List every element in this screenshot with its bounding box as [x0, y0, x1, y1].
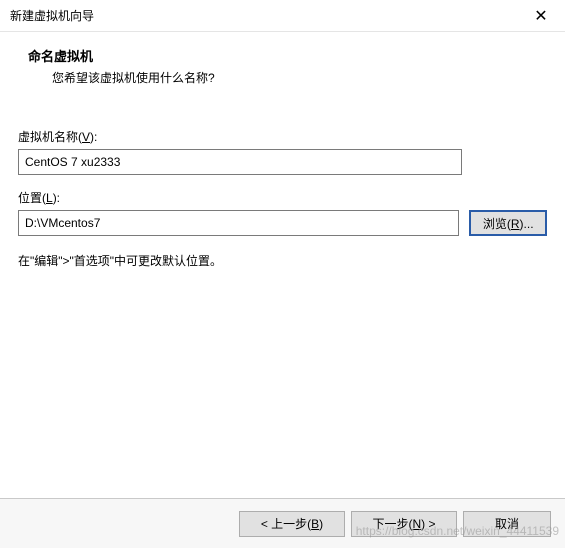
next-button[interactable]: 下一步(N) > — [351, 511, 457, 537]
content-area: 虚拟机名称(V): 位置(L): 浏览(R)... 在"编辑">"首选项"中可更… — [0, 104, 565, 269]
bottom-bar: < 上一步(B) 下一步(N) > 取消 — [0, 498, 565, 548]
location-label: 位置(L): — [18, 189, 547, 206]
hint-text: 在"编辑">"首选项"中可更改默认位置。 — [18, 252, 547, 269]
page-subtitle: 您希望该虚拟机使用什么名称? — [20, 69, 545, 86]
window-title: 新建虚拟机向导 — [10, 7, 94, 24]
browse-button[interactable]: 浏览(R)... — [469, 210, 547, 236]
location-input[interactable] — [18, 210, 459, 236]
cancel-button[interactable]: 取消 — [463, 511, 551, 537]
wizard-header: 命名虚拟机 您希望该虚拟机使用什么名称? — [0, 32, 565, 104]
vm-name-label: 虚拟机名称(V): — [18, 128, 547, 145]
page-title: 命名虚拟机 — [20, 46, 545, 65]
back-button[interactable]: < 上一步(B) — [239, 511, 345, 537]
titlebar: 新建虚拟机向导 ✕ — [0, 0, 565, 32]
vm-name-input[interactable] — [18, 149, 462, 175]
close-icon[interactable]: ✕ — [525, 6, 557, 26]
